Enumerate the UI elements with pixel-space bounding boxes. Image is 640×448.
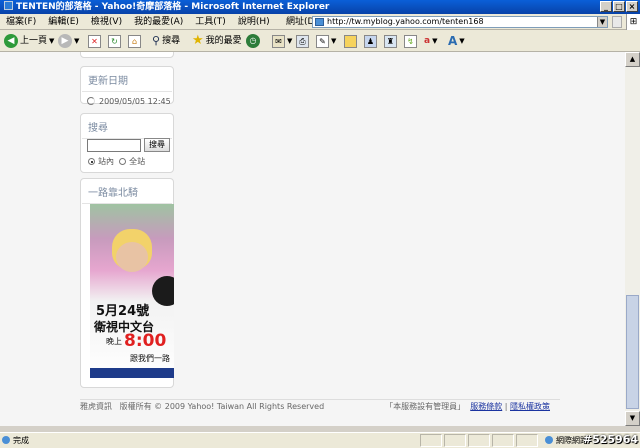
clock-icon	[87, 97, 95, 105]
mail-button[interactable]: ✉ ▼	[272, 33, 292, 49]
back-arrow-icon: ◀	[4, 34, 18, 48]
discuss-icon[interactable]	[344, 34, 357, 48]
status-text: 完成	[13, 436, 29, 445]
privacy-link[interactable]: 隱私權政策	[510, 402, 550, 411]
banner-date: 5月24號	[96, 304, 150, 319]
status-cell	[468, 434, 490, 447]
banner-evening: 晚上	[106, 337, 122, 346]
updated-date: 2009/05/05 12:45	[99, 97, 171, 106]
banner-face	[116, 242, 148, 272]
font-dropdown-icon[interactable]: ▼	[459, 33, 464, 49]
menu-help[interactable]: 說明(H)	[232, 14, 276, 30]
close-button[interactable]: ×	[626, 1, 638, 12]
favorites-button[interactable]: ★ 我的最愛	[192, 33, 242, 49]
blog-search-button[interactable]: 搜尋	[144, 138, 170, 152]
terms-link[interactable]: 服務條款	[470, 402, 502, 411]
window-title-bar: TENTEN的部落格 - Yahoo!奇摩部落格 - Microsoft Int…	[0, 0, 640, 14]
star-icon: ★	[192, 33, 204, 48]
menu-file[interactable]: 檔案(F)	[0, 14, 42, 30]
translate-button[interactable]: a ▼	[424, 33, 437, 49]
search-widget: 搜尋 搜尋 站內 全站	[80, 113, 174, 173]
ie-icon	[4, 1, 13, 10]
internet-zone-icon	[545, 436, 553, 444]
menu-favorites[interactable]: 我的最愛(A)	[128, 14, 189, 30]
edit-icon: ✎	[316, 34, 329, 48]
font-button[interactable]: A ▼	[448, 33, 465, 49]
footer: 雅虎資訊 版權所有 © 2009 Yahoo! Taiwan All Right…	[80, 399, 560, 419]
print-icon[interactable]: ⎙	[296, 34, 309, 48]
blog-search-input[interactable]	[87, 139, 141, 152]
promo-widget: 一路靠北騎 5月24號 衛視中文台 晚上 8:00 跟我們一路	[80, 178, 174, 388]
status-cell	[420, 434, 442, 447]
address-url: http://tw.myblog.yahoo.com/tenten168	[327, 17, 484, 26]
menu-tools[interactable]: 工具(T)	[189, 14, 232, 30]
address-bar[interactable]: http://tw.myblog.yahoo.com/tenten168 ▼	[312, 16, 608, 28]
address-dropdown-icon[interactable]: ▼	[597, 17, 607, 27]
status-cell	[444, 434, 466, 447]
favorites-label: 我的最愛	[205, 36, 242, 46]
banner-tagline: 跟我們一路	[130, 354, 170, 363]
vertical-scrollbar[interactable]: ▲ ▼	[625, 52, 640, 426]
promo-banner[interactable]: 5月24號 衛視中文台 晚上 8:00 跟我們一路	[90, 204, 174, 378]
search-title: 搜尋	[82, 114, 172, 139]
page-icon	[315, 18, 324, 26]
messenger-icon[interactable]: ♟	[364, 34, 377, 48]
search-button[interactable]: ⚲ 搜尋	[152, 33, 180, 49]
mail-icon: ✉	[272, 34, 285, 48]
promo-title: 一路靠北騎	[82, 179, 172, 204]
status-bar: 完成 網際網路	[0, 432, 640, 448]
footer-note: 「本服務設有管理員」	[385, 402, 466, 411]
research-icon[interactable]: ♜	[384, 34, 397, 48]
home-icon[interactable]: ⌂	[128, 34, 141, 48]
window-title: TENTEN的部落格 - Yahoo!奇摩部落格 - Microsoft Int…	[16, 2, 330, 12]
minimize-button[interactable]: _	[600, 1, 612, 12]
mail-dropdown-icon[interactable]: ▼	[287, 33, 292, 49]
forward-dropdown-icon[interactable]: ▼	[74, 33, 79, 49]
back-dropdown-icon[interactable]: ▼	[49, 33, 54, 49]
maximize-button[interactable]: □	[613, 1, 625, 12]
banner-bottom-bar	[90, 368, 174, 378]
stop-icon[interactable]: ✕	[88, 34, 101, 48]
radio-site-label: 站內	[98, 157, 114, 166]
radio-site[interactable]	[88, 158, 95, 165]
lock-cell	[516, 434, 538, 447]
history-icon[interactable]: ◷	[246, 34, 260, 48]
banner-time: 8:00	[124, 331, 167, 351]
footer-brand: 雅虎資訊	[80, 402, 112, 411]
back-label: 上一頁	[20, 36, 48, 46]
page-content: 更新日期 2009/05/05 12:45 搜尋 搜尋 站內 全站 一路靠北騎 …	[0, 52, 625, 426]
back-button[interactable]: ◀ 上一頁 ▼	[4, 33, 54, 49]
font-icon: A	[448, 34, 458, 48]
search-label: 搜尋	[162, 36, 181, 46]
banner-badge	[152, 276, 174, 306]
edit-dropdown-icon[interactable]: ▼	[331, 33, 336, 49]
scroll-up-icon[interactable]: ▲	[625, 52, 640, 67]
windows-logo-icon: ⊞	[626, 14, 640, 30]
widget-top-stub	[80, 52, 174, 58]
updated-title: 更新日期	[82, 67, 172, 92]
toolbar: ◀ 上一頁 ▼ ▶ ▼ ✕ ↻ ⌂ ⚲ 搜尋 ★ 我的最愛 ◷ ✉ ▼ ⎙ ✎ ▼ …	[0, 30, 640, 52]
forward-arrow-icon: ▶	[58, 34, 72, 48]
radio-all[interactable]	[119, 158, 127, 165]
scroll-down-icon[interactable]: ▼	[625, 411, 640, 426]
translate-icon: a	[424, 36, 431, 46]
go-button[interactable]	[612, 16, 622, 28]
radio-all-label: 全站	[129, 157, 146, 166]
status-cell	[492, 434, 514, 447]
edit-button[interactable]: ✎ ▼	[316, 33, 336, 49]
sync-icon[interactable]: ↯	[404, 34, 417, 48]
translate-dropdown-icon[interactable]: ▼	[432, 33, 437, 49]
forward-button[interactable]: ▶ ▼	[58, 33, 79, 49]
footer-copyright: 版權所有 © 2009 Yahoo! Taiwan All Rights Res…	[119, 402, 325, 411]
page-done-icon	[2, 436, 10, 444]
menu-edit[interactable]: 編輯(E)	[42, 14, 85, 30]
search-icon: ⚲	[152, 34, 161, 47]
image-watermark: #525964	[582, 433, 638, 446]
menu-view[interactable]: 檢視(V)	[85, 14, 128, 30]
refresh-icon[interactable]: ↻	[108, 34, 121, 48]
updated-widget: 更新日期 2009/05/05 12:45	[80, 66, 174, 106]
scroll-thumb[interactable]	[626, 295, 639, 409]
